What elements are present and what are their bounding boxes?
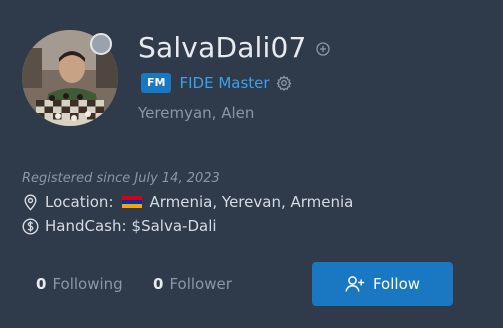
profile-card: SalvaDali07 FM FIDE Master Yeremyan, Ale… (0, 0, 503, 328)
gear-icon[interactable] (276, 75, 292, 91)
handcash-row: HandCash: $Salva-Dali (22, 216, 217, 236)
title-name: FIDE Master (179, 74, 270, 92)
location-value: Armenia, Yerevan, Armenia (149, 193, 354, 211)
following-link[interactable]: 0 Following (36, 274, 123, 294)
user-plus-icon (345, 276, 365, 292)
armenia-flag-icon (121, 196, 142, 208)
plus-circle-icon[interactable] (316, 42, 330, 56)
real-name: Yeremyan, Alen (138, 104, 255, 122)
handcash-label: HandCash: (45, 217, 127, 235)
followers-link[interactable]: 0 Follower (153, 274, 232, 294)
map-pin-icon (24, 193, 37, 211)
username: SalvaDali07 (138, 31, 307, 64)
title-badge: FM (141, 73, 172, 93)
location-label: Location: (45, 193, 114, 211)
dollar-circle-icon (22, 217, 39, 235)
online-status-indicator (90, 33, 112, 55)
followers-label: Follower (169, 275, 232, 293)
follow-label: Follow (372, 275, 421, 293)
handcash-value: $Salva-Dali (131, 217, 217, 235)
followers-count: 0 (153, 275, 164, 293)
follow-button[interactable]: Follow (312, 262, 453, 306)
following-count: 0 (36, 275, 47, 293)
following-label: Following (52, 275, 123, 293)
registration-date: Registered since July 14, 2023 (22, 171, 220, 186)
location-row: Location: Armenia, Yerevan, Armenia (22, 192, 353, 212)
chess-title-row: FM FIDE Master (141, 72, 292, 94)
